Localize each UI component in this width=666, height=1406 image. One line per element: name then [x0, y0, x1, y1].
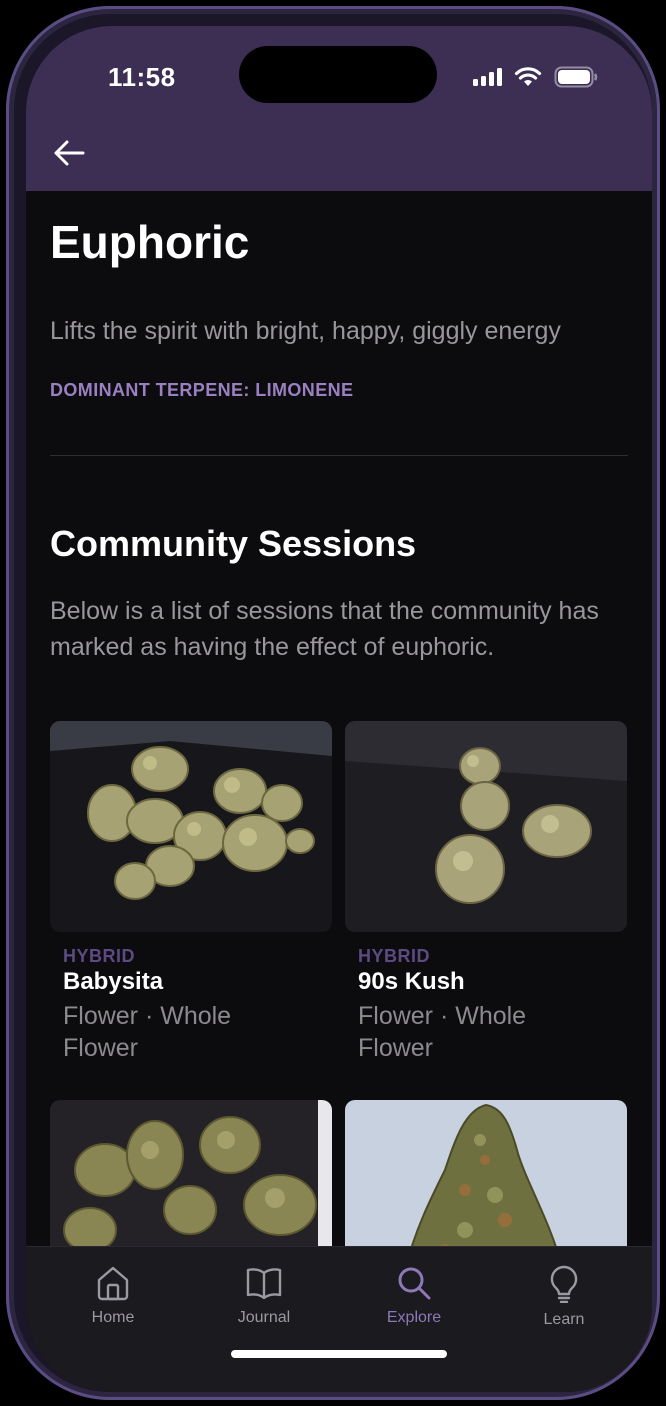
- tab-home[interactable]: Home: [53, 1265, 173, 1327]
- session-form: Flower · Whole Flower: [63, 1002, 232, 1062]
- tab-explore[interactable]: Explore: [354, 1265, 474, 1327]
- tab-label: Learn: [543, 1311, 585, 1328]
- session-photo: [50, 721, 332, 932]
- tab-journal[interactable]: Journal: [204, 1265, 324, 1327]
- tab-label: Home: [91, 1309, 135, 1326]
- phone-frame: 11:58 Euphoric Lifts the spirit with bri…: [6, 6, 660, 1400]
- effect-description: Lifts the spirit with bright, happy, gig…: [50, 317, 561, 345]
- tab-label: Journal: [237, 1309, 291, 1326]
- tab-bar: Home Journal Explore Learn: [26, 1246, 652, 1392]
- app-header: 11:58: [26, 26, 652, 191]
- session-card[interactable]: HYBRID 90s Kush Flower · Whole Flower: [345, 721, 627, 1064]
- session-type: HYBRID: [358, 946, 431, 966]
- tab-label: Explore: [386, 1309, 442, 1326]
- session-photo: [345, 721, 627, 932]
- home-icon: [97, 1266, 129, 1301]
- session-name: 90s Kush: [358, 968, 465, 995]
- session-card[interactable]: HYBRID Babysita Flower · Whole Flower: [50, 721, 332, 1064]
- divider: [50, 455, 628, 456]
- battery-icon: [554, 66, 598, 88]
- dominant-terpene: DOMINANT TERPENE: LIMONENE: [50, 380, 354, 400]
- status-time: 11:58: [108, 62, 176, 92]
- book-icon: [246, 1268, 282, 1300]
- screen: 11:58 Euphoric Lifts the spirit with bri…: [26, 26, 652, 1392]
- session-type: HYBRID: [63, 946, 136, 966]
- dynamic-island: [239, 46, 437, 103]
- community-sessions-title: Community Sessions: [50, 523, 417, 564]
- home-indicator[interactable]: [231, 1350, 447, 1358]
- session-form: Flower · Whole Flower: [358, 1002, 527, 1062]
- wifi-icon: [514, 67, 542, 86]
- status-icons: [473, 66, 598, 88]
- session-name: Babysita: [63, 968, 164, 995]
- back-button[interactable]: [52, 138, 88, 168]
- tab-learn[interactable]: Learn: [504, 1265, 624, 1329]
- lightbulb-icon: [550, 1265, 578, 1303]
- community-sessions-description: Below is a list of sessions that the com…: [50, 597, 599, 661]
- search-icon: [398, 1267, 431, 1300]
- arrow-left-icon: [54, 140, 85, 166]
- signal-icon: [473, 68, 502, 86]
- effect-title: Euphoric: [50, 216, 250, 268]
